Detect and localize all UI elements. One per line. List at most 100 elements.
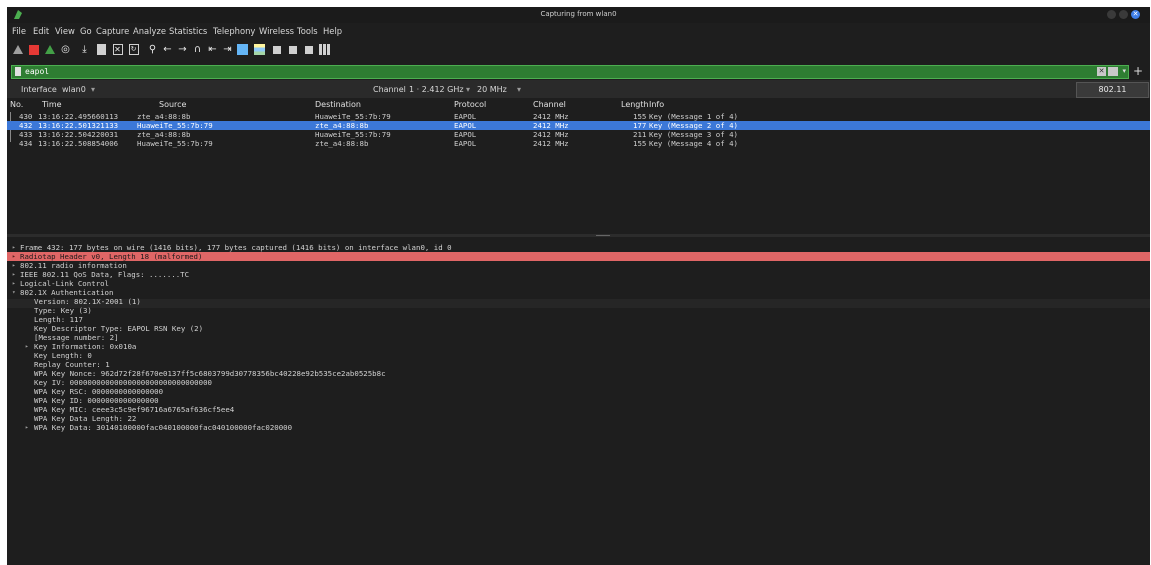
channel-width-select[interactable]: 20 MHz bbox=[477, 85, 507, 94]
close-window-button[interactable]: ✕ bbox=[1131, 10, 1140, 19]
expand-arrow-icon[interactable]: ▸ bbox=[12, 252, 16, 261]
tree-field[interactable]: [Message number: 2] bbox=[7, 333, 1150, 342]
cell-source: zte_a4:88:8b bbox=[137, 112, 191, 121]
menu-help[interactable]: Help bbox=[323, 26, 342, 36]
tree-field[interactable]: Replay Counter: 1 bbox=[7, 360, 1150, 369]
tree-item-radio-info[interactable]: ▸ 802.11 radio information bbox=[7, 261, 1150, 270]
table-row-selected[interactable]: 432 13:16:22.501321133 HuaweiTe_55:7b:79… bbox=[7, 121, 1150, 130]
options-icon[interactable]: ◎ bbox=[59, 43, 72, 56]
channel-select[interactable]: 1 · 2.412 GHz bbox=[409, 85, 464, 94]
tree-field[interactable]: Key Length: 0 bbox=[7, 351, 1150, 360]
display-filter-bar[interactable]: eapol ✕ ▾ bbox=[11, 65, 1129, 79]
chevron-down-icon[interactable]: ▾ bbox=[466, 85, 470, 94]
table-row[interactable]: 430 13:16:22.495660113 zte_a4:88:8b Huaw… bbox=[7, 112, 1150, 121]
wlan-preferences-button[interactable]: 802.11 Preferences bbox=[1076, 82, 1149, 108]
close-file-icon[interactable]: ✕ bbox=[111, 43, 124, 56]
menu-telephony[interactable]: Telephony bbox=[213, 26, 255, 36]
column-header-destination[interactable]: Destination bbox=[315, 100, 361, 109]
zoom-in-icon[interactable] bbox=[270, 43, 283, 56]
packet-list-header: No. Time Source Destination Protocol Cha… bbox=[7, 99, 1150, 110]
chevron-down-icon[interactable]: ▾ bbox=[517, 85, 521, 94]
column-header-source[interactable]: Source bbox=[159, 100, 186, 109]
back-icon[interactable]: ← bbox=[161, 43, 174, 56]
bookmark-filter-icon[interactable] bbox=[15, 67, 21, 76]
menu-statistics[interactable]: Statistics bbox=[169, 26, 207, 36]
tree-field[interactable]: Length: 117 bbox=[7, 315, 1150, 324]
expand-arrow-icon[interactable]: ▸ bbox=[12, 261, 16, 270]
tree-field[interactable]: Key Descriptor Type: EAPOL RSN Key (2) bbox=[7, 324, 1150, 333]
tree-field[interactable]: WPA Key MIC: ceee3c5c9ef96716a6765af636c… bbox=[7, 405, 1150, 414]
tree-item-ieee80211[interactable]: ▸ IEEE 802.11 QoS Data, Flags: .......TC bbox=[7, 270, 1150, 279]
clear-filter-icon[interactable]: ✕ bbox=[1097, 67, 1106, 76]
add-filter-button-icon[interactable]: + bbox=[1133, 64, 1143, 78]
menu-capture[interactable]: Capture bbox=[96, 26, 129, 36]
column-header-time[interactable]: Time bbox=[42, 100, 62, 109]
tree-field[interactable]: WPA Key ID: 0000000000000000 bbox=[7, 396, 1150, 405]
splitter-grip-icon[interactable] bbox=[596, 235, 610, 236]
menu-analyze[interactable]: Analyze bbox=[133, 26, 166, 36]
chevron-down-icon[interactable]: ▾ bbox=[91, 85, 95, 94]
tree-item-key-information[interactable]: ▸ Key Information: 0x010a bbox=[7, 342, 1150, 351]
expand-arrow-icon[interactable]: ▸ bbox=[25, 423, 29, 432]
go-to-icon[interactable]: ∩ bbox=[191, 43, 204, 56]
pane-splitter[interactable] bbox=[7, 234, 1150, 237]
display-filter-input[interactable]: eapol bbox=[25, 66, 49, 78]
tree-item-frame[interactable]: ▸ Frame 432: 177 bytes on wire (1416 bit… bbox=[7, 243, 1150, 252]
tree-field[interactable]: WPA Key Nonce: 962d72f28f670e0137ff5c680… bbox=[7, 369, 1150, 378]
first-packet-icon[interactable]: ⇤ bbox=[206, 43, 219, 56]
cell-source: HuaweiTe_55:7b:79 bbox=[137, 121, 213, 130]
restart-icon[interactable] bbox=[43, 43, 56, 56]
collapse-arrow-icon[interactable]: ▾ bbox=[12, 288, 16, 297]
colorize-icon[interactable] bbox=[253, 43, 266, 56]
column-header-no[interactable]: No. bbox=[10, 100, 23, 109]
menu-wireless[interactable]: Wireless bbox=[259, 26, 294, 36]
tree-item-radiotap[interactable]: ▸ Radiotap Header v0, Length 18 (malform… bbox=[7, 252, 1150, 261]
tree-item-llc[interactable]: ▸ Logical-Link Control bbox=[7, 279, 1150, 288]
cell-destination: HuaweiTe_55:7b:79 bbox=[315, 130, 391, 139]
tree-item-wpa-key-data[interactable]: ▸ WPA Key Data: 30140100000fac040100000f… bbox=[7, 423, 1150, 432]
column-header-info[interactable]: Info bbox=[649, 100, 664, 109]
resize-columns-icon[interactable] bbox=[318, 43, 331, 56]
column-header-length[interactable]: Length bbox=[621, 100, 649, 109]
column-header-protocol[interactable]: Protocol bbox=[454, 100, 486, 109]
normal-size-icon[interactable] bbox=[302, 43, 315, 56]
open-file-icon[interactable]: ⤓ bbox=[78, 43, 91, 56]
expand-arrow-icon[interactable]: ▸ bbox=[12, 279, 16, 288]
tree-item-label: 802.11 radio information bbox=[20, 261, 127, 270]
apply-filter-icon[interactable] bbox=[1108, 67, 1118, 76]
tree-field[interactable]: Type: Key (3) bbox=[7, 306, 1150, 315]
tree-field-label: WPA Key ID: 0000000000000000 bbox=[34, 396, 159, 405]
column-header-channel[interactable]: Channel bbox=[533, 100, 566, 109]
maximize-button[interactable] bbox=[1119, 10, 1128, 19]
filter-dropdown-icon[interactable]: ▾ bbox=[1122, 67, 1126, 75]
tree-field[interactable]: Version: 802.1X-2001 (1) bbox=[7, 297, 1150, 306]
save-file-icon[interactable] bbox=[95, 43, 108, 56]
cell-channel: 2412 MHz bbox=[533, 112, 569, 121]
reload-icon[interactable]: ↻ bbox=[127, 43, 140, 56]
forward-icon[interactable]: → bbox=[176, 43, 189, 56]
table-row[interactable]: 434 13:16:22.508854006 HuaweiTe_55:7b:79… bbox=[7, 139, 1150, 148]
menu-tools[interactable]: Tools bbox=[297, 26, 318, 36]
autoscroll-icon[interactable] bbox=[236, 43, 249, 56]
expand-arrow-icon[interactable]: ▸ bbox=[12, 243, 16, 252]
tree-item-8021x[interactable]: ▾ 802.1X Authentication bbox=[7, 288, 1150, 297]
cell-no: 430 bbox=[19, 112, 33, 121]
stop-icon[interactable] bbox=[27, 43, 40, 56]
tree-field[interactable]: WPA Key Data Length: 22 bbox=[7, 414, 1150, 423]
menu-file[interactable]: File bbox=[12, 26, 26, 36]
table-row[interactable]: 433 13:16:22.504220031 zte_a4:88:8b Huaw… bbox=[7, 130, 1150, 139]
last-packet-icon[interactable]: ⇥ bbox=[221, 43, 234, 56]
minimize-button[interactable] bbox=[1107, 10, 1116, 19]
expand-arrow-icon[interactable]: ▸ bbox=[25, 342, 29, 351]
menu-go[interactable]: Go bbox=[80, 26, 92, 36]
shark-fin-start-icon[interactable] bbox=[11, 43, 24, 56]
menu-view[interactable]: View bbox=[55, 26, 75, 36]
interface-select[interactable]: wlan0 bbox=[62, 85, 86, 94]
zoom-out-icon[interactable] bbox=[286, 43, 299, 56]
expand-arrow-icon[interactable]: ▸ bbox=[12, 270, 16, 279]
tree-item-label: IEEE 802.11 QoS Data, Flags: .......TC bbox=[20, 270, 190, 279]
tree-field[interactable]: Key IV: 00000000000000000000000000000000 bbox=[7, 378, 1150, 387]
find-icon[interactable]: ⚲ bbox=[146, 43, 159, 56]
tree-field[interactable]: WPA Key RSC: 0000000000000000 bbox=[7, 387, 1150, 396]
menu-edit[interactable]: Edit bbox=[33, 26, 49, 36]
